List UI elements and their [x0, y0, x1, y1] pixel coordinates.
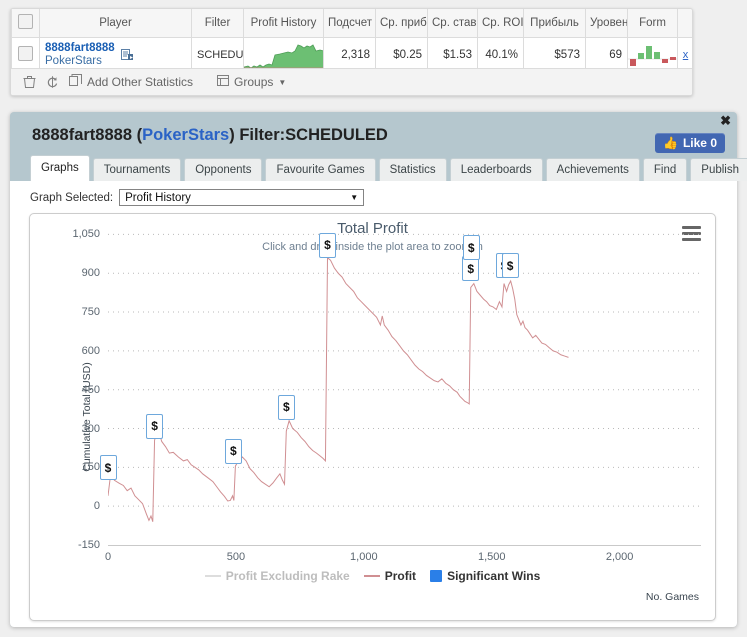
x-tick-label: 0	[104, 551, 112, 563]
row-checkbox[interactable]	[18, 46, 33, 61]
column-header-profit[interactable]: Прибыль	[523, 9, 586, 38]
x-tick-label: 2,000	[605, 551, 634, 563]
legend-label: Significant Wins	[447, 569, 541, 583]
table-header-row: Player Filter Profit History Подсчет Ср.…	[11, 9, 692, 38]
tab-bar: Graphs Tournaments Opponents Favourite G…	[30, 155, 747, 181]
facebook-like-button[interactable]: 👍 Like 0	[655, 133, 725, 153]
groups-icon	[217, 74, 230, 90]
copy-icon	[69, 74, 82, 90]
legend-item-profit[interactable]: Profit	[363, 569, 417, 583]
legend-line-icon	[363, 575, 380, 577]
x-axis-ticks: 0 500 1,000 1,500 2,000	[30, 551, 715, 567]
x-axis-line	[108, 545, 701, 546]
column-header-count[interactable]: Подсчет	[323, 9, 376, 38]
table-toolbar: Add Other Statistics Groups ▼	[11, 68, 692, 95]
player-name-link[interactable]: 8888fart8888	[45, 42, 115, 55]
groups-button[interactable]: Groups ▼	[217, 74, 286, 90]
groups-caret-icon: ▼	[278, 77, 287, 87]
panel-title-open-paren: (	[132, 126, 143, 144]
like-label: Like 0	[682, 136, 717, 150]
legend-label: Profit	[384, 569, 417, 583]
graph-select-value: Profit History	[125, 191, 191, 204]
legend-label: Profit Excluding Rake	[225, 569, 350, 583]
panel-title-player: 8888fart8888	[32, 126, 132, 144]
tab-favourite-games[interactable]: Favourite Games	[265, 158, 376, 181]
legend-item-significant-wins[interactable]: Significant Wins	[430, 569, 540, 583]
x-tick-label: 1,000	[350, 551, 378, 563]
significant-win-marker[interactable]: $	[462, 235, 480, 261]
column-header-form[interactable]: Form	[627, 9, 678, 38]
y-tick-label: 450	[81, 383, 100, 396]
panel-content: Graph Selected: Profit History ▼ Total P…	[10, 181, 737, 627]
y-tick-label: 900	[81, 267, 100, 280]
player-site-link[interactable]: PokerStars	[45, 55, 115, 68]
legend-line-icon	[204, 575, 221, 577]
chevron-down-icon: ▼	[350, 193, 359, 202]
thumbs-up-icon: 👍	[663, 136, 678, 150]
tab-achievements[interactable]: Achievements	[545, 158, 640, 181]
y-tick-label: -150	[77, 539, 100, 551]
panel-title-filter: ) Filter:SCHEDULED	[229, 126, 388, 144]
legend-item-profit-excluding-rake[interactable]: Profit Excluding Rake	[204, 569, 350, 583]
y-tick-label: 600	[81, 344, 100, 357]
player-detail-panel: 8888fart8888 (PokerStars) Filter:SCHEDUL…	[10, 112, 747, 627]
legend-square-icon	[430, 570, 443, 582]
column-header-player[interactable]: Player	[39, 9, 192, 38]
player-statistics-widget: Player Filter Profit History Подсчет Ср.…	[10, 8, 693, 96]
players-table: Player Filter Profit History Подсчет Ср.…	[11, 9, 692, 73]
y-tick-label: 1,050	[72, 228, 100, 241]
x-tick-label: 500	[226, 551, 246, 563]
chart-legend: Profit Excluding Rake Profit Significant…	[30, 569, 715, 583]
column-header-filter[interactable]: Filter	[191, 9, 244, 38]
column-header-spacer	[677, 9, 692, 38]
select-all-header[interactable]	[11, 9, 40, 38]
close-icon[interactable]: ✖	[720, 114, 731, 127]
chart-container: Total Profit Click and drag inside the p…	[29, 213, 716, 621]
panel-title-site: PokerStars	[142, 126, 230, 144]
y-tick-label: 150	[81, 461, 100, 474]
column-header-level[interactable]: Уровень	[585, 9, 628, 38]
y-tick-label: 750	[81, 306, 100, 319]
x-axis-title: No. Games	[645, 591, 699, 603]
significant-win-marker[interactable]: $	[318, 232, 336, 258]
select-all-checkbox[interactable]	[18, 14, 33, 29]
y-tick-label: 0	[93, 500, 100, 513]
tab-leaderboards[interactable]: Leaderboards	[449, 158, 543, 181]
profit-line-chart[interactable]	[108, 215, 701, 545]
significant-win-marker[interactable]: $	[501, 253, 519, 279]
significant-win-marker[interactable]: $	[99, 455, 117, 481]
refresh-icon[interactable]	[46, 75, 59, 89]
plot-area[interactable]	[108, 215, 701, 545]
graph-select-dropdown[interactable]: Profit History ▼	[119, 189, 365, 206]
tab-publish[interactable]: Publish	[690, 158, 747, 181]
groups-label: Groups	[234, 75, 274, 89]
column-header-avg-roi[interactable]: Ср. ROI	[477, 9, 524, 38]
tab-graphs[interactable]: Graphs	[30, 155, 90, 181]
significant-win-marker[interactable]: $	[224, 438, 242, 464]
graph-select-row: Graph Selected: Profit History ▼	[30, 189, 365, 206]
add-other-statistics-label: Add Other Statistics	[87, 75, 194, 89]
significant-win-marker[interactable]: $	[146, 413, 164, 439]
tab-opponents[interactable]: Opponents	[184, 158, 263, 181]
significant-win-marker[interactable]: $	[277, 394, 295, 420]
column-header-avg-profit[interactable]: Ср. приб	[375, 9, 428, 38]
profit-history-sparkline-icon	[244, 44, 323, 71]
x-tick-label: 1,500	[477, 551, 506, 563]
tab-statistics[interactable]: Statistics	[378, 158, 447, 181]
add-other-statistics-button[interactable]: Add Other Statistics	[69, 74, 193, 90]
page-title: 8888fart8888 (PokerStars) Filter:SCHEDUL…	[32, 126, 388, 145]
y-tick-label: 300	[81, 422, 100, 435]
form-chart-icon	[628, 45, 677, 66]
tab-tournaments[interactable]: Tournaments	[92, 158, 182, 181]
sharkscope-x-icon[interactable]: x	[683, 49, 689, 61]
note-icon[interactable]	[120, 48, 134, 62]
column-header-profit-history[interactable]: Profit History	[243, 9, 324, 38]
tab-find[interactable]: Find	[642, 158, 688, 181]
column-header-avg-stake[interactable]: Ср. ставка	[427, 9, 478, 38]
trash-icon[interactable]	[23, 75, 36, 89]
graph-selected-label: Graph Selected:	[30, 191, 114, 204]
